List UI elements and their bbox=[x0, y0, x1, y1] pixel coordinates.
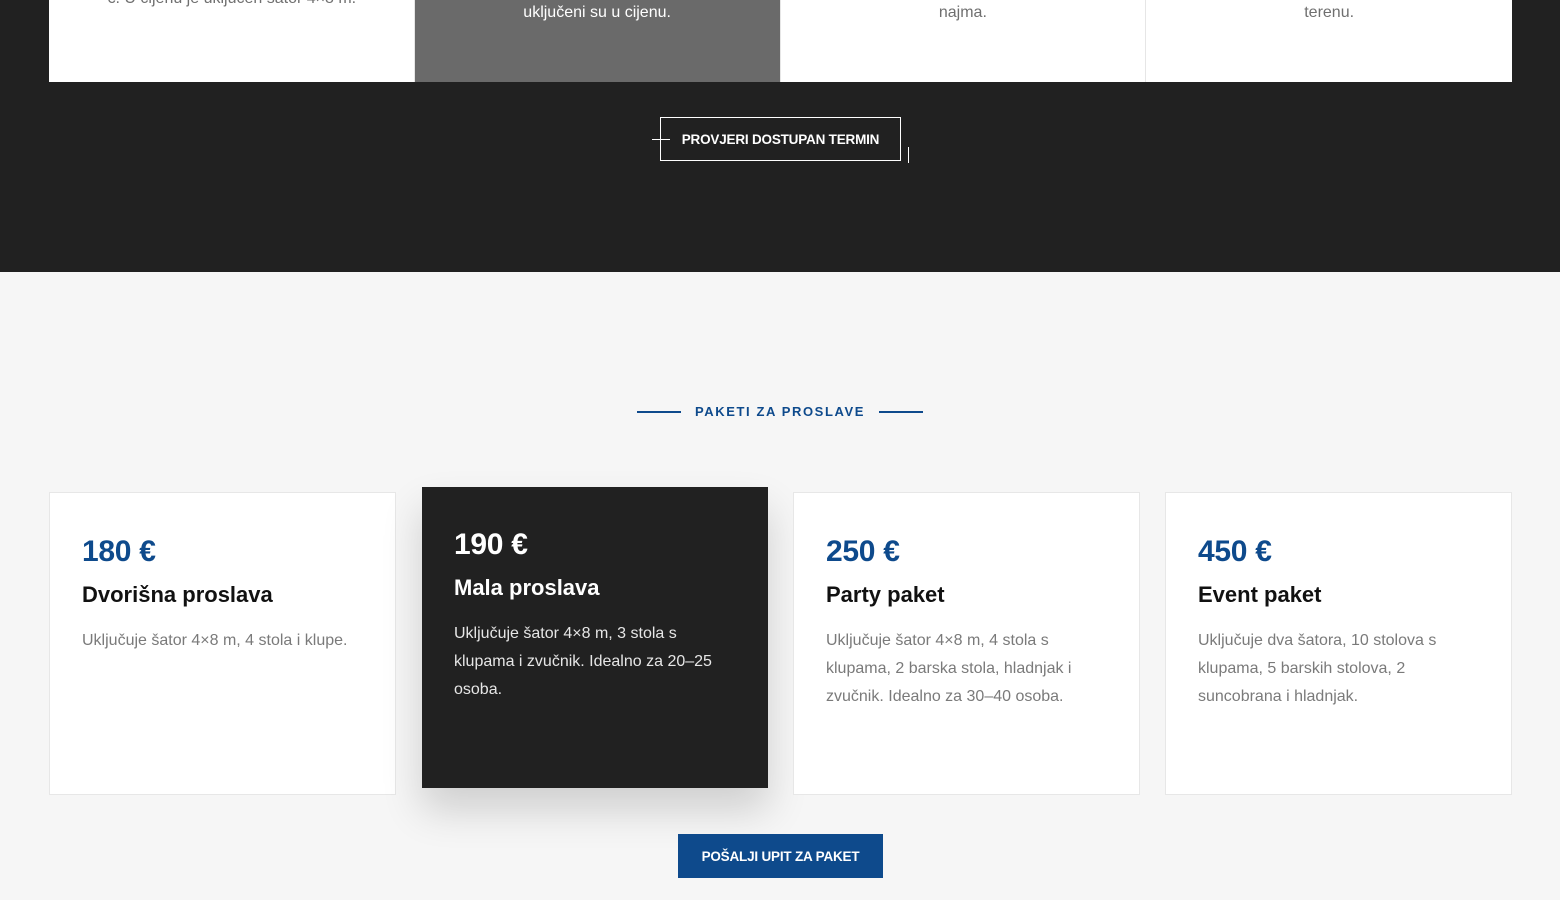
package-card-mala-featured[interactable]: 190 € Mala proslava Uključuje šator 4×8 … bbox=[422, 487, 768, 788]
package-description: Uključuje šator 4×8 m, 4 stola s klupama… bbox=[826, 632, 1072, 705]
package-title: Event paket bbox=[1198, 582, 1322, 607]
package-description: Uključuje dva šatora, 10 stolova s klupa… bbox=[1198, 632, 1437, 705]
feature-card: najma. bbox=[780, 0, 1147, 82]
package-card-dvorisna[interactable]: 180 € Dvorišna proslava Uključuje šator … bbox=[49, 492, 396, 795]
check-availability-button[interactable]: PROVJERI DOSTUPAN TERMIN bbox=[660, 117, 901, 161]
features-section: €. U cijenu je uključen šator 4×8 m. ukl… bbox=[0, 0, 1560, 272]
package-title: Party paket bbox=[826, 582, 945, 607]
package-price: 190 € bbox=[454, 528, 528, 561]
feature-text: €. U cijenu je uključen šator 4×8 m. bbox=[49, 0, 414, 10]
feature-card: €. U cijenu je uključen šator 4×8 m. bbox=[49, 0, 415, 82]
package-title: Dvorišna proslava bbox=[82, 582, 273, 607]
package-description: Uključuje šator 4×8 m, 3 stola s klupama… bbox=[454, 625, 712, 698]
feature-text: terenu. bbox=[1304, 4, 1355, 21]
button-decoration-line bbox=[908, 147, 909, 163]
feature-text: uključeni su u cijenu. bbox=[523, 4, 671, 21]
package-card-party[interactable]: 250 € Party paket Uključuje šator 4×8 m,… bbox=[793, 492, 1140, 795]
packages-section-title: PAKETI ZA PROSLAVE bbox=[694, 404, 866, 419]
package-title: Mala proslava bbox=[454, 575, 600, 600]
package-price: 450 € bbox=[1198, 535, 1272, 568]
send-inquiry-button[interactable]: POŠALJI UPIT ZA PAKET bbox=[678, 834, 883, 878]
label-line-left bbox=[636, 411, 681, 413]
package-price: 180 € bbox=[82, 535, 156, 568]
feature-card-active: uključeni su u cijenu. bbox=[414, 0, 781, 82]
feature-card: terenu. bbox=[1146, 0, 1512, 82]
feature-cards-row: €. U cijenu je uključen šator 4×8 m. ukl… bbox=[49, 0, 1512, 82]
package-price: 250 € bbox=[826, 535, 900, 568]
label-line-right bbox=[879, 411, 924, 413]
feature-text: najma. bbox=[938, 4, 987, 21]
package-card-event[interactable]: 450 € Event paket Uključuje dva šatora, … bbox=[1165, 492, 1512, 795]
section-label: PAKETI ZA PROSLAVE bbox=[0, 403, 1560, 421]
package-description: Uključuje šator 4×8 m, 4 stola i klupe. bbox=[82, 632, 348, 649]
